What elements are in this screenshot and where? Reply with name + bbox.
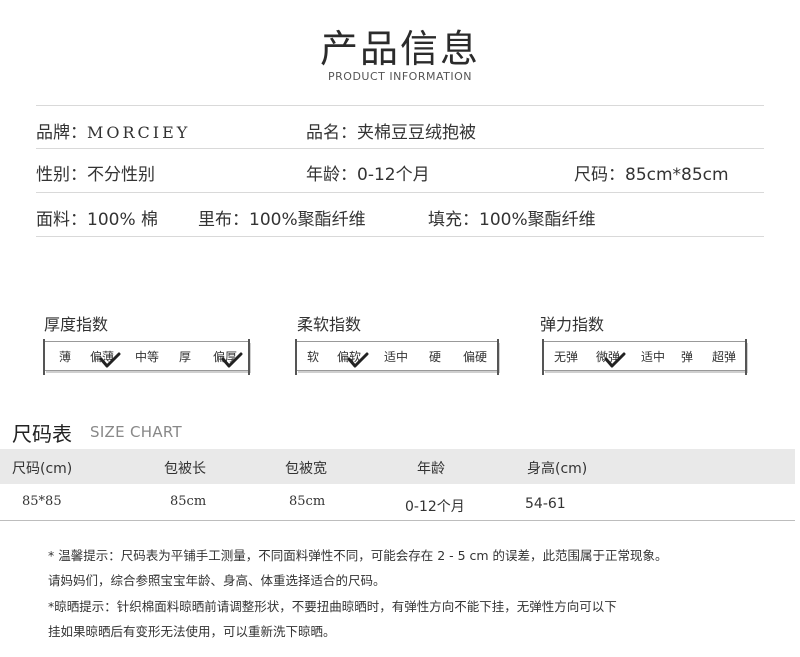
filling-value: 100%聚酯纤维	[479, 210, 596, 230]
checkmark-icon	[221, 352, 243, 368]
column-header: 尺码(cm)	[12, 461, 73, 477]
softness-level: 硬	[429, 350, 442, 364]
thickness-index-title: 厚度指数	[44, 315, 109, 334]
product-name-value: 夹棉豆豆绒抱被	[357, 123, 476, 143]
thickness-index-scale: 薄 偏薄 中等 厚 偏厚	[43, 339, 250, 375]
note-line: 挂如果晾晒后有变形无法使用，可以重新洗下晾晒。	[48, 624, 336, 639]
elasticity-level: 适中	[641, 350, 666, 364]
gender-label: 性别：	[36, 165, 87, 185]
softness-index-title: 柔软指数	[297, 315, 362, 334]
fabric-field: 面料：100% 棉	[36, 205, 158, 230]
column-header: 包被宽	[285, 461, 327, 477]
page-subtitle: PRODUCT INFORMATION	[328, 70, 472, 83]
divider	[36, 105, 764, 106]
column-header: 年龄	[417, 461, 445, 477]
divider	[36, 236, 764, 237]
softness-index-scale: 软 偏软 适中 硬 偏硬	[295, 339, 499, 375]
age-value: 0-12个月	[357, 165, 430, 185]
fabric-label: 面料：	[36, 210, 87, 230]
size-field: 尺码：85cm*85cm	[574, 160, 729, 185]
filling-field: 填充：100%聚酯纤维	[428, 205, 596, 230]
table-cell: 85cm	[170, 494, 207, 509]
lining-label: 里布：	[198, 210, 249, 230]
thickness-level: 薄	[59, 350, 72, 364]
note-line: 请妈妈们，综合参照宝宝年龄、身高、体重选择适合的尺码。	[48, 573, 386, 588]
note-line: *晾晒提示：针织棉面料晾晒前请调整形状，不要扭曲晾晒时，有弹性方向不能下挂，无弹…	[48, 599, 617, 614]
softness-level: 软	[307, 350, 320, 364]
divider	[36, 148, 764, 149]
softness-level: 偏硬	[463, 350, 488, 364]
table-cell: 85cm	[289, 494, 326, 509]
lining-field: 里布：100%聚酯纤维	[198, 205, 366, 230]
elasticity-level: 弹	[681, 350, 694, 364]
gender-field: 性别：不分性别	[36, 160, 155, 185]
softness-level: 适中	[384, 350, 409, 364]
size-chart-header	[0, 449, 795, 484]
checkmark-icon	[604, 352, 626, 368]
fabric-value: 100% 棉	[87, 210, 159, 230]
brand-label: 品牌：	[36, 123, 87, 143]
filling-label: 填充：	[428, 210, 479, 230]
thickness-level: 厚	[179, 350, 192, 364]
size-chart-title: 尺码表	[12, 422, 72, 446]
age-label: 年龄：	[306, 165, 357, 185]
table-cell: 85*85	[22, 494, 62, 509]
size-value: 85cm*85cm	[625, 165, 729, 185]
thickness-level: 中等	[135, 350, 160, 364]
page-title: 产品信息	[319, 27, 480, 71]
product-name-field: 品名：夹棉豆豆绒抱被	[306, 118, 476, 143]
elasticity-level: 超弹	[712, 350, 737, 364]
checkmark-icon	[347, 352, 369, 368]
elasticity-index-scale: 无弹 微弹 适中 弹 超弹	[542, 339, 747, 375]
size-label: 尺码：	[574, 165, 625, 185]
product-name-label: 品名：	[306, 123, 357, 143]
column-header: 包被长	[164, 461, 206, 477]
gender-value: 不分性别	[87, 165, 155, 185]
divider	[36, 192, 764, 193]
elasticity-level: 无弹	[554, 350, 579, 364]
divider	[0, 520, 795, 521]
elasticity-index-title: 弹力指数	[540, 315, 605, 334]
age-field: 年龄：0-12个月	[306, 160, 430, 185]
checkmark-icon	[99, 352, 121, 368]
table-cell: 0-12个月	[405, 499, 465, 515]
lining-value: 100%聚酯纤维	[249, 210, 366, 230]
size-chart-subtitle: SIZE CHART	[90, 423, 182, 441]
note-line: * 温馨提示：尺码表为平铺手工测量，不同面料弹性不同，可能会存在 2 - 5 c…	[48, 548, 668, 563]
brand-value: MORCIEY	[87, 123, 191, 142]
column-header: 身高(cm)	[527, 461, 588, 477]
brand-field: 品牌：MORCIEY	[36, 118, 190, 143]
table-cell: 54-61	[525, 496, 566, 512]
